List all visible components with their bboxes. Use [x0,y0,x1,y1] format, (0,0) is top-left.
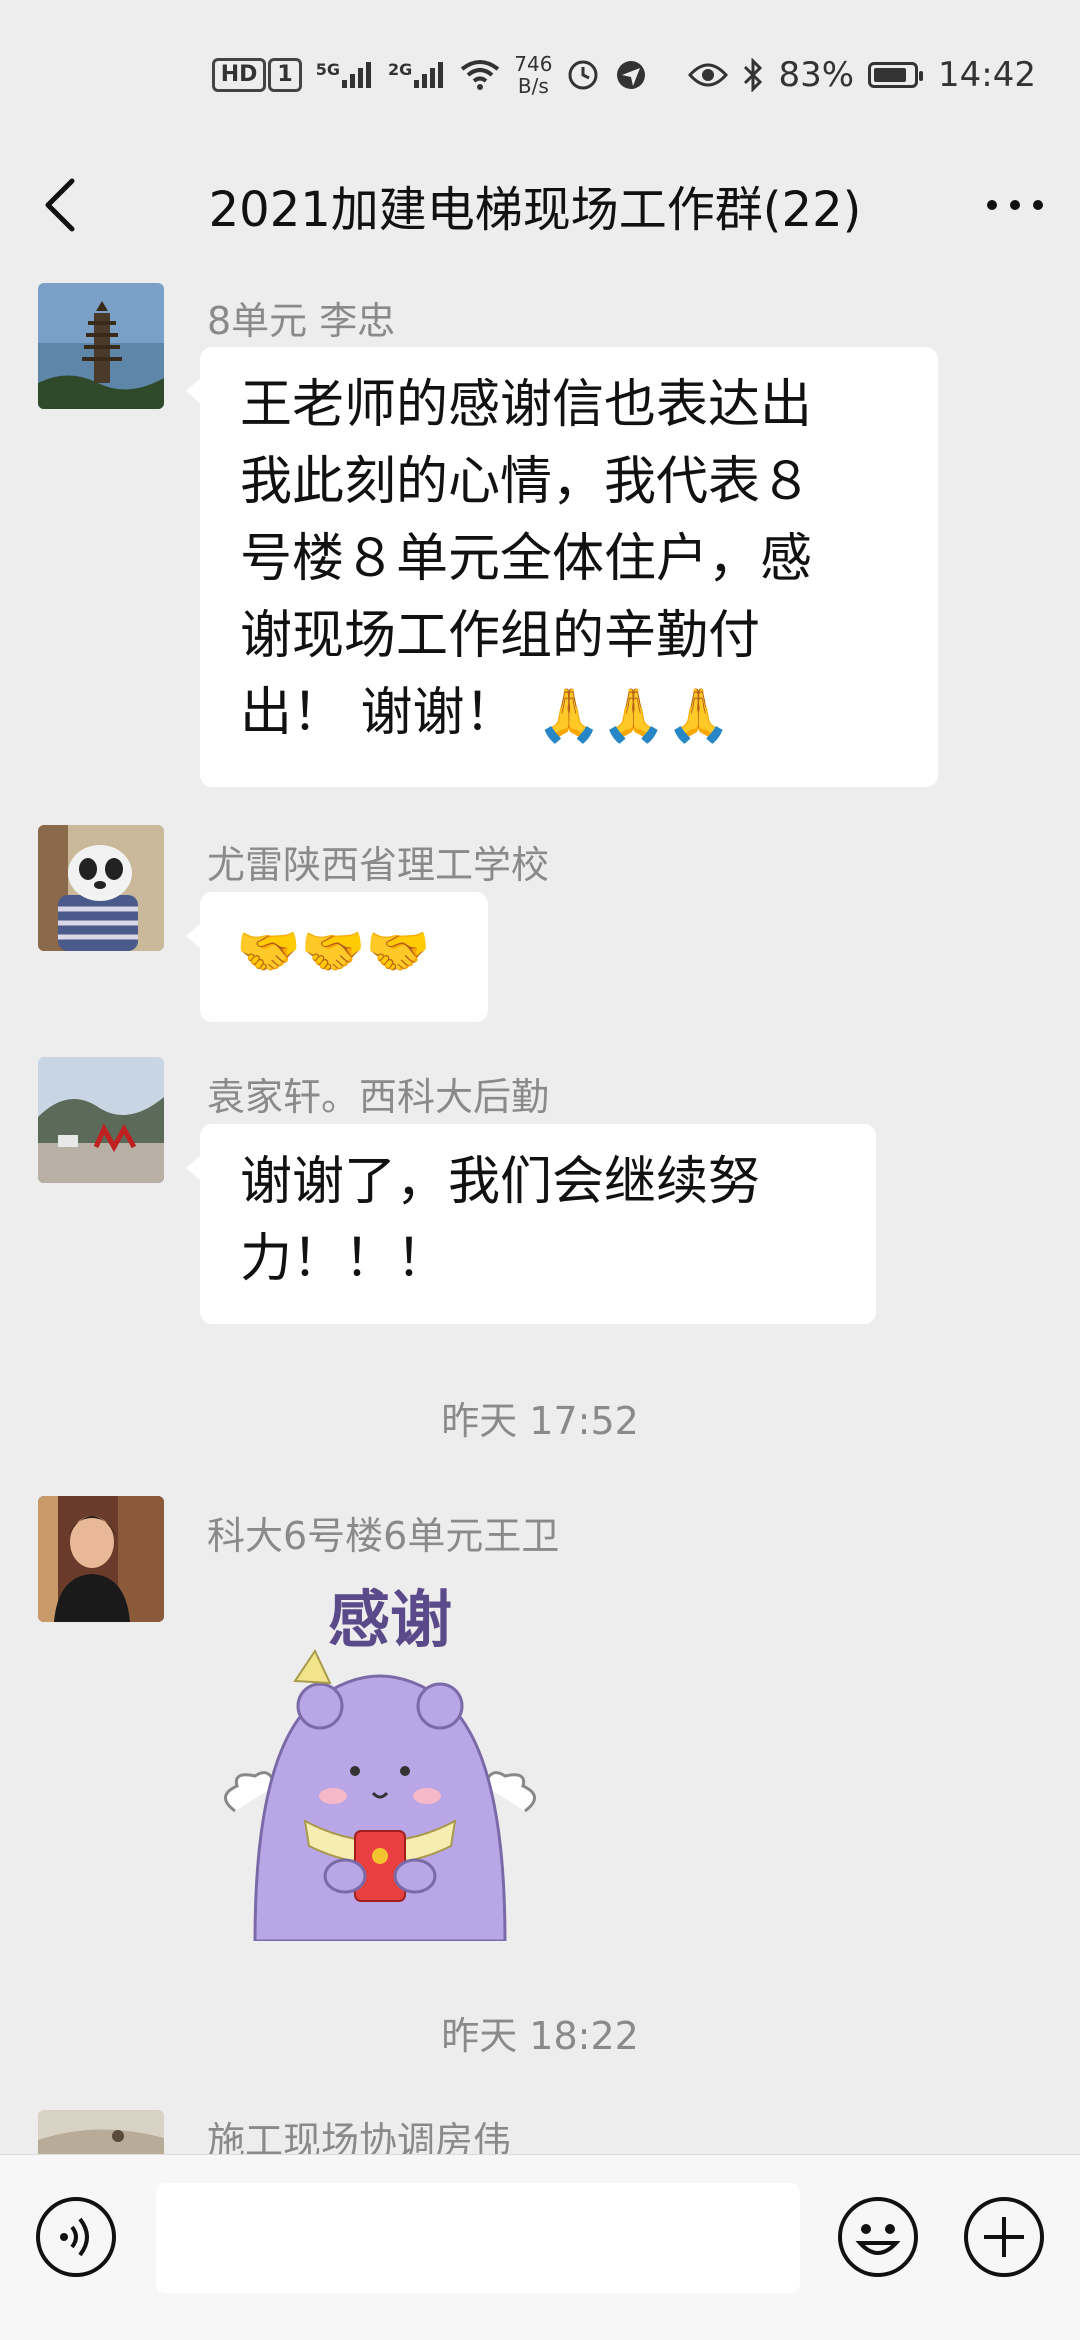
battery-fill [874,68,907,82]
timestamp: 昨天 17:52 [441,1399,639,1443]
more-actions-button[interactable] [962,2195,1046,2279]
sticker-text: 感谢 [328,1583,452,1656]
message-line: 谢现场工作组的辛勤付 [240,606,761,666]
eye-icon [688,61,729,89]
sticker[interactable]: 感谢 [215,1571,545,1943]
plus-circle-icon [964,2197,1044,2277]
message-last-line: 出！ 谢谢！ [240,683,517,743]
voice-button[interactable] [34,2195,118,2279]
chat-header: 2021加建电梯现场工作群(22) [0,150,1080,260]
hd-label: HD [211,58,267,92]
battery-icon [868,62,924,88]
timestamp: 昨天 18:22 [441,2014,639,2058]
signal-icon: 2G [388,60,446,90]
person-avatar-image [38,1496,164,1622]
signal-type-5g: 5G [315,60,340,79]
net-speed: 746 B/s [514,53,552,97]
site-avatar-image [38,2110,164,2155]
input-bar [0,2154,1080,2340]
sender-name: 8单元 李忠 [207,299,396,343]
avatar[interactable] [38,283,164,409]
avatar[interactable] [38,2110,164,2155]
pagoda-avatar-image [38,283,164,409]
message-line: 出！ 谢谢！ 🙏🙏🙏 [240,675,898,755]
message-bubble[interactable]: 王老师的感谢信也表达出 我此刻的心情，我代表８ 号楼８单元全体住户，感 谢现场工… [186,347,938,787]
avatar[interactable] [38,825,164,951]
message-line: 谢谢了，我们会继续努 [240,1152,761,1212]
sender-name: 施工现场协调房伟 [207,2119,512,2154]
more-horizontal-icon [987,200,1043,210]
net-speed-unit: B/s [517,74,549,98]
battery-shell [868,62,924,88]
message-bubble[interactable]: 谢谢了，我们会继续努 力！！！ [186,1124,876,1324]
praying-hands-emoji: 🙏🙏🙏 [536,685,731,746]
signal-icon: 5G [316,60,374,90]
bluetooth-icon [742,58,764,92]
chevron-left-icon [45,178,75,232]
sender-name: 袁家轩。西科大后勤 [207,1075,550,1119]
signal-type-2g: 2G [387,60,413,79]
message-line: 我此刻的心情，我代表８ [240,452,813,512]
hd-icon: HD 1 [211,58,302,92]
more-button[interactable] [960,150,1070,260]
sim-label: 1 [268,58,302,92]
chat-title: 2021加建电梯现场工作群(22) [208,182,862,238]
smiley-icon [838,2197,918,2277]
voice-icon [36,2197,116,2277]
alarm-icon [566,58,600,92]
message-input[interactable] [156,2183,800,2293]
campus-avatar-image [38,1057,164,1183]
sender-name: 科大6号楼6单元王卫 [207,1514,560,1558]
sticker-image: 感谢 [224,1583,536,1943]
avatar[interactable] [38,1496,164,1622]
dog-avatar-image [38,825,164,951]
message-line: 号楼８单元全体住户，感 [240,529,813,589]
status-bar: HD 1 5G 2G 746 B/s 83% 14:42 [0,0,1080,150]
message-line: 力！！！ [240,1229,449,1289]
message-bubble[interactable]: 🤝🤝🤝 [186,892,488,1022]
emoji-button[interactable] [836,2195,920,2279]
sender-name: 尤雷陕西省理工学校 [207,843,550,887]
handshake-emoji: 🤝🤝🤝 [236,922,431,982]
clock: 14:42 [938,55,1036,95]
net-speed-value: 746 [514,52,553,76]
wifi-icon [460,59,500,91]
back-button[interactable] [10,150,110,260]
battery-percent: 83% [778,55,855,95]
avatar[interactable] [38,1057,164,1183]
location-icon [614,58,648,92]
message-line: 王老师的感谢信也表达出 [240,375,813,435]
